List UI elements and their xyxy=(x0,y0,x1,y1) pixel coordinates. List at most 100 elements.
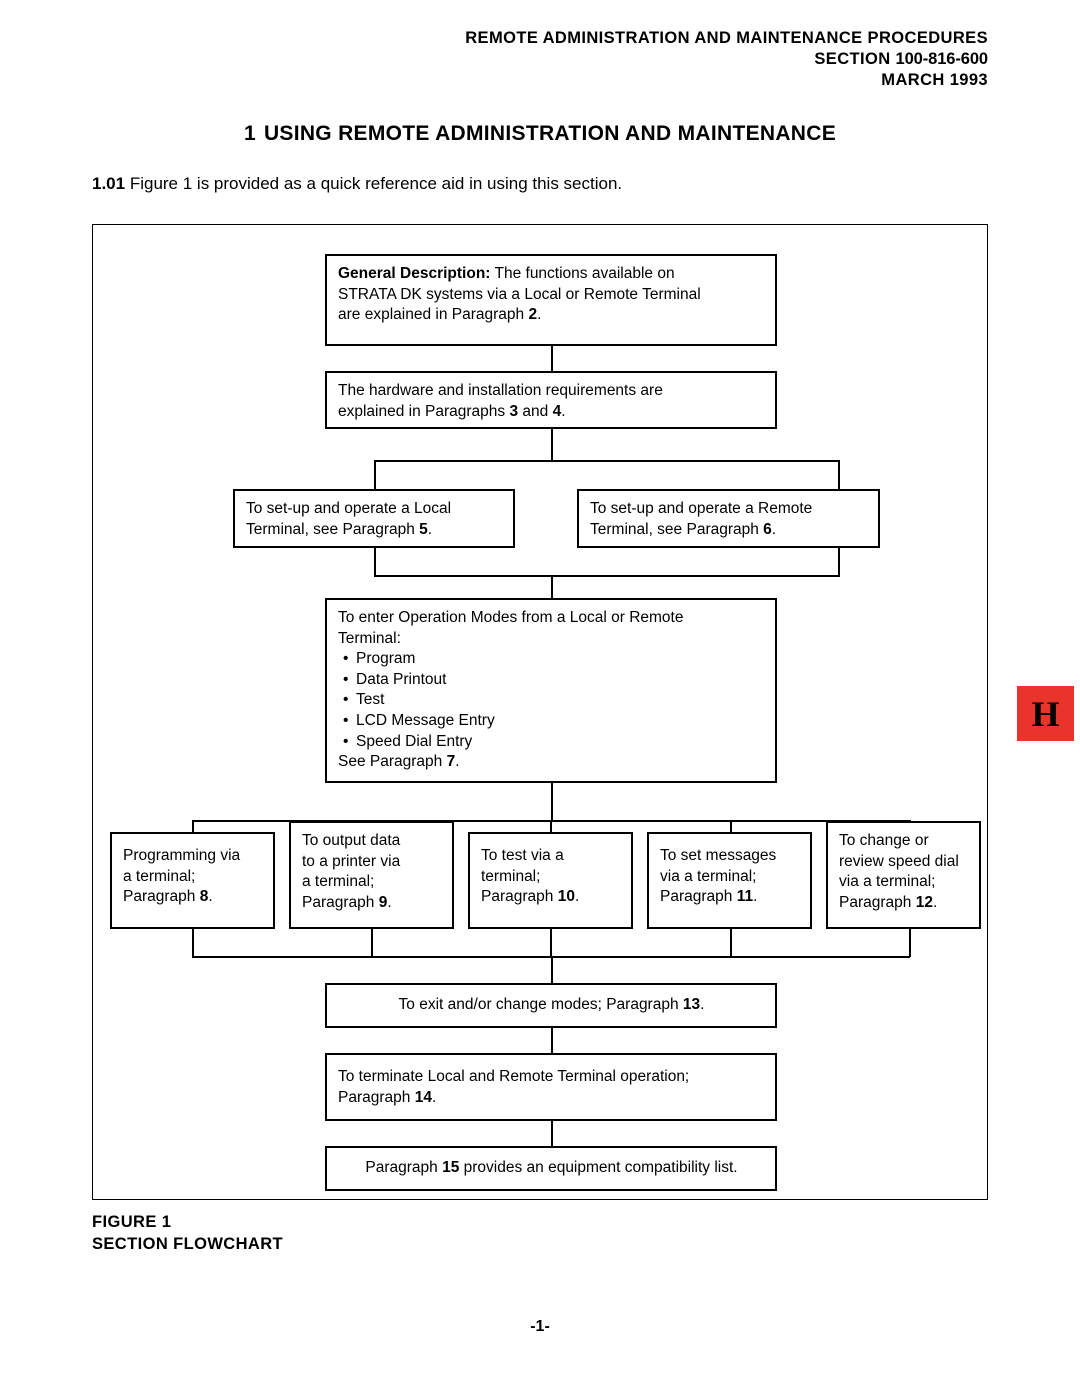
speed-dial-line4-end: . xyxy=(932,893,938,911)
hardware-line1: The hardware and installation requiremen… xyxy=(338,382,663,399)
section-flowchart: General Description: The functions avail… xyxy=(93,225,987,1199)
terminate-line2: Paragraph xyxy=(338,1088,415,1106)
flow-box-test-terminal: To test via a terminal; Paragraph 10. xyxy=(468,832,633,929)
compatibility-line1: Paragraph xyxy=(365,1159,443,1177)
connector-line xyxy=(371,928,373,957)
flow-box-compatibility-list: Paragraph 15 provides an equipment compa… xyxy=(325,1146,777,1191)
connector-line xyxy=(374,547,376,576)
flow-box-general-description: General Description: The functions avail… xyxy=(325,254,777,346)
local-terminal-line2-end: . xyxy=(427,520,433,538)
output-printer-line4-end: . xyxy=(387,893,392,911)
operation-modes-bullet: Test xyxy=(338,690,765,711)
operation-modes-paragraph-ref: 7 xyxy=(446,753,456,771)
general-description-line2: STRATA DK systems via a Local or Remote … xyxy=(338,285,701,303)
test-terminal-line3: Paragraph xyxy=(481,888,558,906)
connector-line xyxy=(551,782,553,822)
remote-terminal-line2-end: . xyxy=(771,520,777,538)
operation-modes-footer: See Paragraph xyxy=(338,753,447,771)
tab-marker-h: H xyxy=(1017,686,1074,741)
operation-modes-line1: To enter Operation Modes from a Local or… xyxy=(338,609,684,626)
operation-modes-bullet: LCD Message Entry xyxy=(338,711,765,732)
local-terminal-line1: To set-up and operate a Local xyxy=(246,500,452,517)
figure-frame: General Description: The functions avail… xyxy=(92,224,988,1200)
set-messages-line1: To set messages xyxy=(660,847,777,864)
test-terminal-line1: To test via a xyxy=(481,847,564,864)
set-messages-paragraph-ref: 11 xyxy=(736,888,754,906)
general-description-line1: The functions available on xyxy=(490,265,675,282)
speed-dial-line1: To change or xyxy=(839,832,929,849)
operation-modes-bullet: Data Printout xyxy=(338,670,765,691)
connector-line xyxy=(551,956,553,984)
connector-line xyxy=(551,428,553,461)
operation-modes-footer-end: . xyxy=(455,753,460,771)
general-description-paragraph-ref: 2 xyxy=(528,306,538,324)
connector-line xyxy=(374,575,840,577)
connector-line xyxy=(550,928,552,957)
connector-line xyxy=(838,460,840,489)
page-title: 1 USING REMOTE ADMINISTRATION AND MAINTEN… xyxy=(0,122,1080,146)
programming-line3-end: . xyxy=(208,888,213,906)
general-description-line3-end: . xyxy=(537,306,542,324)
compatibility-line1-end: provides an equipment compatibility list… xyxy=(459,1159,738,1177)
header-date: MARCH 1993 xyxy=(881,70,988,89)
connector-line xyxy=(551,1028,553,1054)
terminate-paragraph-ref: 14 xyxy=(414,1088,432,1106)
document-header: REMOTE ADMINISTRATION AND MAINTENANCE PR… xyxy=(465,28,988,90)
figure-caption: FIGURE 1 SECTION FLOWCHART xyxy=(92,1212,283,1256)
flow-box-programming-terminal: Programming via a terminal; Paragraph 8. xyxy=(110,832,275,929)
document-page: REMOTE ADMINISTRATION AND MAINTENANCE PR… xyxy=(0,0,1080,1397)
connector-line xyxy=(551,1121,553,1147)
set-messages-line3: Paragraph xyxy=(660,888,737,906)
hardware-line2-mid: and xyxy=(518,402,553,420)
header-section-number: 100-816-600 xyxy=(895,49,989,68)
set-messages-line2: via a terminal; xyxy=(660,867,757,885)
page-title-text: USING REMOTE ADMINISTRATION AND MAINTENA… xyxy=(263,122,837,145)
flow-box-operation-modes: To enter Operation Modes from a Local or… xyxy=(325,598,777,783)
connector-line xyxy=(374,460,376,489)
connector-line xyxy=(909,928,911,957)
test-terminal-paragraph-ref: 10 xyxy=(557,888,575,906)
flow-box-terminate-operation: To terminate Local and Remote Terminal o… xyxy=(325,1053,777,1121)
flow-box-remote-terminal: To set-up and operate a Remote Terminal,… xyxy=(577,489,880,548)
compatibility-paragraph-ref: 15 xyxy=(442,1159,460,1177)
page-number: -1- xyxy=(530,1318,550,1335)
test-terminal-line3-end: . xyxy=(574,888,580,906)
speed-dial-paragraph-ref: 12 xyxy=(915,893,933,911)
terminate-line1: To terminate Local and Remote Terminal o… xyxy=(338,1068,690,1085)
figure-number: 1 xyxy=(161,1213,172,1231)
output-printer-line4: Paragraph xyxy=(302,893,379,911)
operation-modes-bullet: Speed Dial Entry xyxy=(338,732,765,753)
programming-line3: Paragraph xyxy=(123,888,200,906)
hardware-paragraph-ref-3: 3 xyxy=(509,402,519,420)
remote-terminal-line2: Terminal, see Paragraph xyxy=(590,520,764,538)
connector-line xyxy=(730,928,732,957)
header-section-label: SECTION xyxy=(814,49,891,68)
speed-dial-line3: via a terminal; xyxy=(839,873,936,891)
speed-dial-line4: Paragraph xyxy=(839,893,916,911)
flow-box-set-messages: To set messages via a terminal; Paragrap… xyxy=(647,832,812,929)
local-terminal-line2: Terminal, see Paragraph xyxy=(246,520,420,538)
general-description-label: General Description: xyxy=(338,265,491,282)
intro-paragraph-number: 1.01 xyxy=(92,174,126,193)
figure-caption-line2: SECTION FLOWCHART xyxy=(92,1234,284,1253)
connector-line xyxy=(551,345,553,372)
exit-modes-line1: To exit and/or change modes; Paragraph xyxy=(398,996,683,1014)
remote-terminal-line1: To set-up and operate a Remote xyxy=(590,500,813,517)
exit-modes-paragraph-ref: 13 xyxy=(682,996,701,1014)
flow-box-speed-dial: To change or review speed dial via a ter… xyxy=(826,821,981,929)
flow-box-output-printer: To output data to a printer via a termin… xyxy=(289,821,454,929)
intro-paragraph-text: Figure 1 is provided as a quick referenc… xyxy=(129,174,623,193)
connector-line xyxy=(374,460,840,462)
terminate-line2-end: . xyxy=(431,1088,437,1106)
operation-modes-bullet: Program xyxy=(338,649,765,670)
connector-line xyxy=(551,575,553,599)
connector-line xyxy=(192,928,194,957)
flow-box-exit-change-modes: To exit and/or change modes; Paragraph 1… xyxy=(325,983,777,1028)
hardware-paragraph-ref-4: 4 xyxy=(552,402,562,420)
operation-modes-bullet-list: Program Data Printout Test LCD Message E… xyxy=(338,649,765,752)
local-terminal-paragraph-ref: 5 xyxy=(419,520,428,538)
header-section-line: SECTION 100-816-600 xyxy=(465,49,988,70)
page-title-number: 1 xyxy=(243,122,256,145)
remote-terminal-paragraph-ref: 6 xyxy=(763,520,772,538)
speed-dial-line2: review speed dial xyxy=(839,852,959,870)
